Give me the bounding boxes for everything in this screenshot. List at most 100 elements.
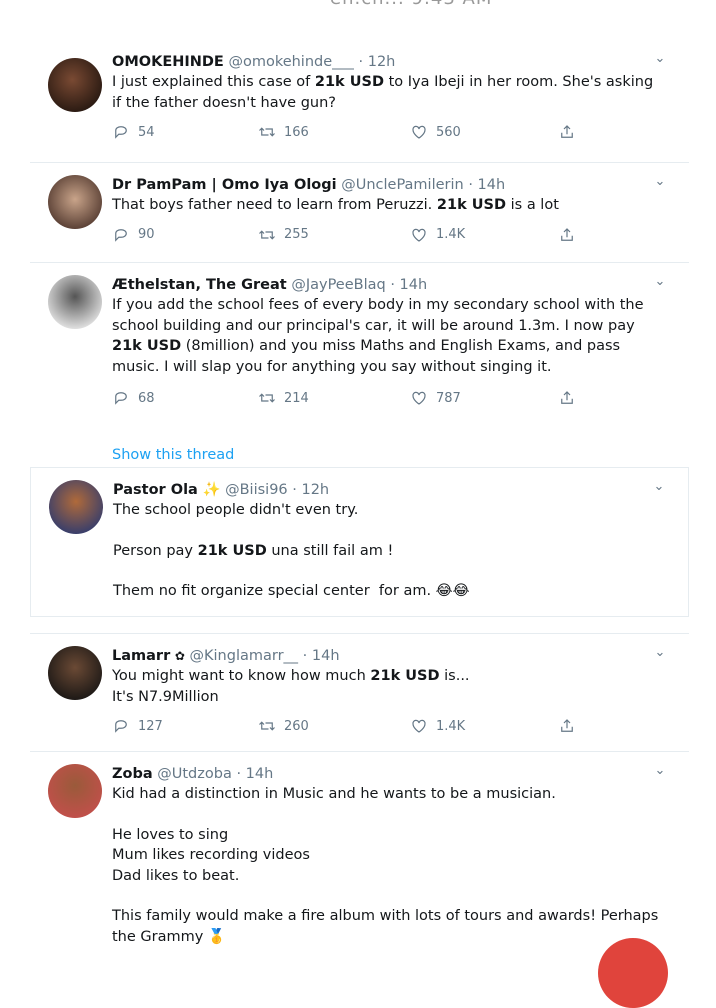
tweet-text-line3: Them no fit organize special center for … <box>113 583 470 599</box>
reply-button[interactable]: 68 <box>112 389 155 407</box>
display-name[interactable]: Lamarr <box>112 648 170 664</box>
heart-icon <box>412 228 426 242</box>
like-button[interactable]: 560 <box>410 123 461 141</box>
tweet-text-line2: He loves to sing <box>112 826 229 843</box>
like-count: 787 <box>436 390 461 406</box>
timestamp[interactable]: · 14h <box>236 766 273 782</box>
avatar[interactable] <box>49 480 103 534</box>
reply-button[interactable]: 90 <box>112 226 155 244</box>
tweet-actions: 68 214 787 <box>112 389 659 411</box>
top-strip: eh.ch... 9:43 AM <box>0 0 716 12</box>
timestamp[interactable]: · 14h <box>468 177 505 193</box>
handle[interactable]: @JayPeeBlaq <box>291 277 385 293</box>
tweet-text-line1: The school people didn't even try. <box>113 502 359 518</box>
heart-icon <box>412 719 426 733</box>
reply-count: 68 <box>138 390 155 406</box>
tweet-actions: 54 166 560 <box>112 123 659 145</box>
share-button[interactable] <box>558 226 576 244</box>
like-button[interactable]: 1.4K <box>410 226 465 244</box>
like-button[interactable]: 787 <box>410 389 461 407</box>
display-name[interactable]: Dr PamPam | Omo Iya Ologi <box>112 177 337 193</box>
tweet-pastorola[interactable]: Pastor Ola ✨ @Biisi96 · 12h ⌄ The school… <box>30 468 689 617</box>
share-icon <box>561 719 573 732</box>
avatar[interactable] <box>48 764 102 818</box>
chevron-down-icon[interactable]: ⌄ <box>651 762 669 780</box>
reply-button[interactable]: 54 <box>112 123 155 141</box>
timestamp[interactable]: · 12h <box>359 54 396 70</box>
timestamp[interactable]: · 12h <box>292 482 329 498</box>
share-button[interactable] <box>558 389 576 407</box>
share-button[interactable] <box>558 717 576 735</box>
handle[interactable]: @Kinglamarr__ <box>190 648 299 664</box>
handle[interactable]: @omokehinde___ <box>228 54 353 70</box>
reply-count: 54 <box>138 124 155 140</box>
display-name[interactable]: OMOKEHINDE <box>112 54 224 70</box>
heart-icon <box>412 125 426 139</box>
reply-icon <box>115 126 127 139</box>
retweet-button[interactable]: 166 <box>258 123 309 141</box>
reply-icon <box>115 228 127 242</box>
tweet-header: Zoba @Utdzoba · 14h <box>112 764 659 784</box>
display-name[interactable]: Pastor Ola <box>113 482 198 498</box>
retweet-icon <box>259 127 275 137</box>
retweet-icon <box>259 229 275 240</box>
handle[interactable]: @UnclePamilerin <box>341 177 464 193</box>
like-count: 1.4K <box>436 227 466 242</box>
handle[interactable]: @Biisi96 <box>225 482 288 498</box>
timestamp[interactable]: · 14h <box>390 277 427 293</box>
retweet-button[interactable]: 214 <box>258 389 309 407</box>
tweet-text-line5: This family would make a fire album with… <box>112 908 663 945</box>
retweet-count: 255 <box>284 227 309 242</box>
tweet-text: That boys father need to learn from Peru… <box>112 197 559 213</box>
share-icon <box>561 391 573 404</box>
tweet-text: I just explained this case of 21k USD to… <box>112 74 658 111</box>
show-thread-link[interactable]: Show this thread <box>112 447 234 463</box>
tweet-header: Æthelstan, The Great @JayPeeBlaq · 14h <box>112 275 659 295</box>
avatar[interactable] <box>48 58 102 112</box>
retweet-button[interactable]: 255 <box>258 226 309 244</box>
tweet-aethelstan[interactable]: Æthelstan, The Great @JayPeeBlaq · 14h ⌄… <box>30 263 689 468</box>
chevron-down-icon[interactable]: ⌄ <box>651 173 669 191</box>
retweet-icon <box>259 393 275 403</box>
timestamp[interactable]: · 14h <box>303 648 340 664</box>
tweet-text: You might want to know how much 21k USD … <box>112 668 470 684</box>
tweet-lamarr[interactable]: Lamarr ✿ @Kinglamarr__ · 14h ⌄ You might… <box>30 634 689 752</box>
chevron-down-icon[interactable]: ⌄ <box>651 644 669 662</box>
reply-icon <box>115 720 127 733</box>
chevron-down-icon[interactable]: ⌄ <box>651 273 669 291</box>
reply-icon <box>115 392 127 405</box>
share-button[interactable] <box>558 123 576 141</box>
chevron-down-icon[interactable]: ⌄ <box>651 50 669 68</box>
display-name[interactable]: Zoba <box>112 766 153 782</box>
tweet-text-line4: Dad likes to beat. <box>112 867 240 884</box>
like-count: 560 <box>436 124 461 140</box>
sparkle-icon: ✨ <box>202 482 221 498</box>
retweet-count: 260 <box>284 718 309 734</box>
retweet-count: 214 <box>284 390 309 406</box>
tweet-drpampam[interactable]: Dr PamPam | Omo Iya Ologi @UnclePamileri… <box>30 163 689 263</box>
compose-button[interactable] <box>598 938 668 1008</box>
tweet-header: Pastor Ola ✨ @Biisi96 · 12h <box>113 480 658 500</box>
section-gap <box>30 617 689 634</box>
display-name[interactable]: Æthelstan, The Great <box>112 277 287 293</box>
reply-button[interactable]: 127 <box>112 717 163 735</box>
tweet-header: Dr PamPam | Omo Iya Ologi @UnclePamileri… <box>112 175 659 195</box>
like-button[interactable]: 1.4K <box>410 717 465 735</box>
avatar[interactable] <box>48 646 102 700</box>
avatar[interactable] <box>48 275 102 329</box>
share-icon <box>561 227 573 241</box>
avatar[interactable] <box>48 175 102 229</box>
tweet-feed: OMOKEHINDE @omokehinde___ · 12h ⌄ I just… <box>30 51 689 972</box>
retweet-count: 166 <box>284 124 309 140</box>
tweet-omokehinde[interactable]: OMOKEHINDE @omokehinde___ · 12h ⌄ I just… <box>30 51 689 163</box>
tweet-zoba[interactable]: Zoba @Utdzoba · 14h ⌄ Kid had a distinct… <box>30 752 689 972</box>
retweet-button[interactable]: 260 <box>258 717 309 735</box>
handle[interactable]: @Utdzoba <box>157 766 232 782</box>
tweet-header: OMOKEHINDE @omokehinde___ · 12h <box>112 52 659 72</box>
verified-badge-icon: ✿ <box>174 649 185 663</box>
chevron-down-icon[interactable]: ⌄ <box>650 478 668 496</box>
share-icon <box>561 125 573 138</box>
like-count: 1.4K <box>436 718 466 734</box>
heart-icon <box>412 391 426 405</box>
tweet-text-line1: Kid had a distinction in Music and he wa… <box>112 786 556 802</box>
